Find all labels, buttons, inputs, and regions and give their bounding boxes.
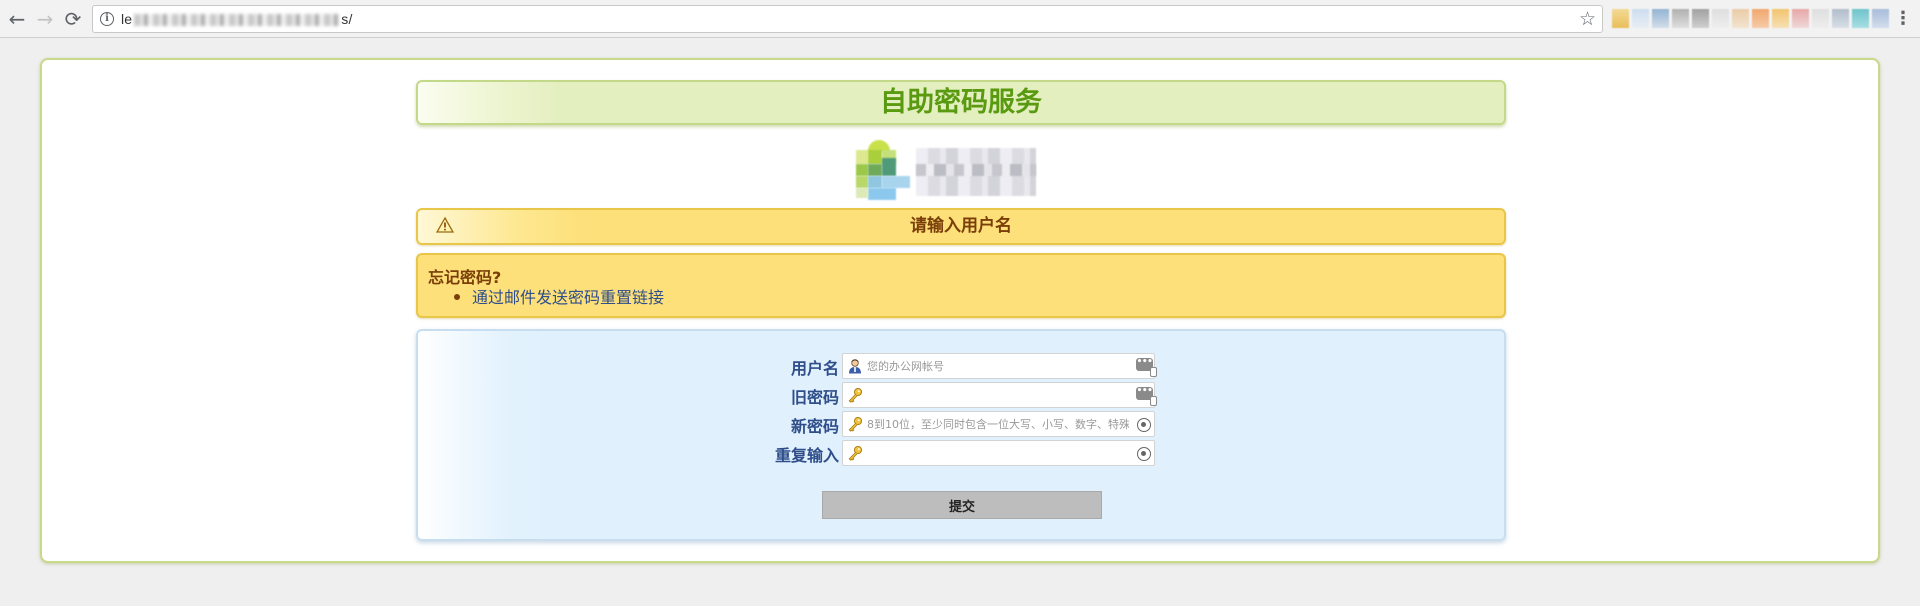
extension-icon[interactable]	[1712, 9, 1729, 28]
browser-menu-icon[interactable]: ⋮	[1894, 8, 1912, 29]
email-reset-link[interactable]: 通过邮件发送密码重置链接	[472, 288, 664, 307]
username-row: 用户名 •••	[418, 353, 1504, 379]
forward-icon[interactable]: →	[32, 6, 58, 32]
reload-icon[interactable]: ⟳	[60, 6, 86, 32]
extension-icon[interactable]	[1692, 9, 1709, 28]
user-icon	[849, 359, 861, 374]
old-password-label: 旧密码	[790, 388, 839, 407]
new-password-input[interactable]	[867, 415, 1129, 433]
browser-toolbar: ← → ⟳ i le s/ ☆ ⋮	[0, 0, 1920, 38]
extension-icon[interactable]	[1612, 9, 1629, 28]
key-icon	[848, 445, 863, 461]
company-logo	[854, 140, 1066, 200]
extension-icon[interactable]	[1672, 9, 1689, 28]
url-text: le s/	[121, 11, 353, 27]
url-end: s/	[341, 11, 353, 27]
extension-icons	[1612, 9, 1889, 28]
password-form: 用户名 ••• 旧密码	[416, 329, 1506, 541]
username-field[interactable]: •••	[842, 353, 1157, 379]
extension-icon[interactable]	[1652, 9, 1669, 28]
extension-icon[interactable]	[1632, 9, 1649, 28]
extension-icon[interactable]	[1792, 9, 1809, 28]
old-password-input[interactable]	[867, 386, 1129, 404]
username-input[interactable]	[867, 357, 1129, 375]
confirm-password-label: 重复输入	[774, 446, 839, 465]
extension-icon[interactable]	[1732, 9, 1749, 28]
confirm-password-field[interactable]	[842, 440, 1155, 466]
password-manager-tab-icon	[1150, 396, 1157, 406]
password-manager-tab-icon	[1150, 367, 1157, 377]
bookmark-star-icon[interactable]: ☆	[1579, 8, 1596, 30]
extension-icon[interactable]	[1852, 9, 1869, 28]
page-title: 自助密码服务	[880, 87, 1042, 118]
page-container: 自助密码服务 请输入用户名 忘记密码? 通过邮件发送密码重置链接 用户名 您的办…	[40, 58, 1880, 563]
new-password-row: 新密码	[418, 411, 1504, 437]
notice-message: 请输入用户名	[910, 216, 1012, 236]
info-icon[interactable]: i	[100, 12, 114, 26]
extension-icon[interactable]	[1772, 9, 1789, 28]
forgot-list-item: 通过邮件发送密码重置链接	[454, 284, 664, 308]
submit-button[interactable]: 提交	[822, 491, 1102, 519]
extension-icon[interactable]	[1832, 9, 1849, 28]
extension-icon[interactable]	[1752, 9, 1769, 28]
notice-banner: 请输入用户名	[416, 208, 1506, 245]
reveal-password-icon[interactable]	[1137, 418, 1151, 432]
bullet-icon	[454, 293, 460, 300]
username-label: 用户名	[790, 359, 839, 378]
new-password-label: 新密码	[790, 417, 839, 436]
extension-icon[interactable]	[1812, 9, 1829, 28]
old-password-field[interactable]: •••	[842, 382, 1157, 408]
reveal-password-icon[interactable]	[1137, 447, 1151, 461]
warning-icon	[436, 216, 454, 233]
url-redacted	[134, 14, 340, 27]
forgot-password-box: 忘记密码? 通过邮件发送密码重置链接	[416, 253, 1506, 318]
confirm-password-input[interactable]	[867, 444, 1129, 462]
back-icon[interactable]: ←	[4, 6, 30, 32]
new-password-field[interactable]	[842, 411, 1155, 437]
key-icon	[848, 416, 863, 432]
key-icon	[848, 387, 863, 403]
title-bar: 自助密码服务	[416, 80, 1506, 125]
old-password-row: 旧密码 •••	[418, 382, 1504, 408]
confirm-password-row: 重复输入	[418, 440, 1504, 466]
address-bar[interactable]: i le s/ ☆	[92, 5, 1603, 33]
extension-icon[interactable]	[1872, 9, 1889, 28]
url-start: le	[121, 11, 133, 27]
